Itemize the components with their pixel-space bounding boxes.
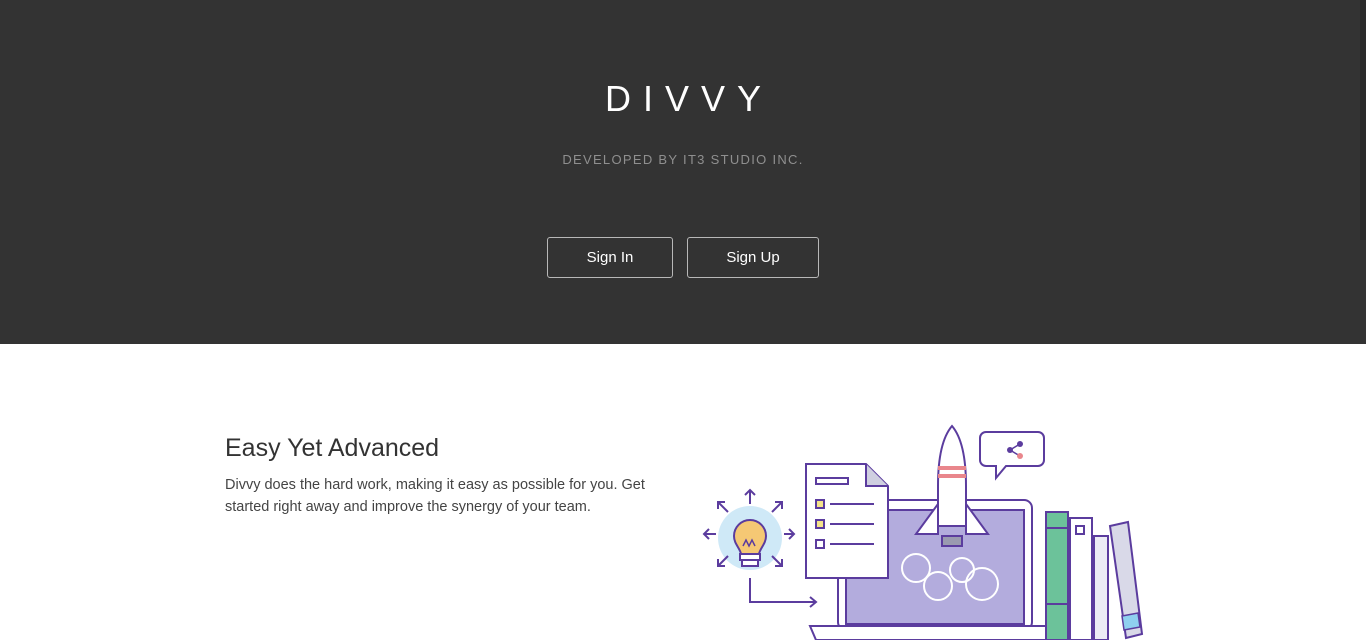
document-checklist-icon <box>805 463 889 579</box>
feature-illustration <box>702 424 1144 640</box>
hero-section: DIVVY DEVELOPED BY IT3 STUDIO INC. Sign … <box>0 0 1366 344</box>
sign-up-button[interactable]: Sign Up <box>687 237 819 278</box>
share-bubble-icon <box>979 431 1045 481</box>
sign-in-button[interactable]: Sign In <box>547 237 673 278</box>
lightbulb-icon <box>702 488 818 608</box>
brand-tagline: DEVELOPED BY IT3 STUDIO INC. <box>562 152 804 167</box>
brand-title: DIVVY <box>604 78 774 119</box>
scrollbar-thumb[interactable] <box>1360 0 1366 240</box>
feature-title: Easy Yet Advanced <box>225 434 440 462</box>
books-icon <box>1045 511 1144 640</box>
feature-description: Divvy does the hard work, making it easy… <box>225 477 645 515</box>
